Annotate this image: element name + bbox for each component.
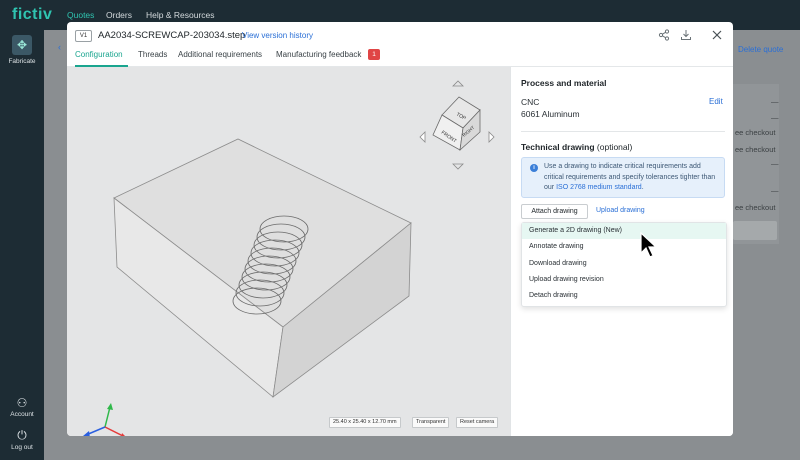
rail-fabricate-button[interactable]: ✥ Fabricate bbox=[5, 35, 39, 69]
rotate-right-icon[interactable] bbox=[488, 131, 495, 143]
account-icon: ⚇ bbox=[16, 396, 28, 410]
info-icon: i bbox=[530, 164, 538, 172]
attach-drawing-button[interactable]: Attach drawing bbox=[521, 204, 588, 219]
3d-viewer[interactable]: TOP FRONT RIGHT 25.40 x 25.40 x 12.70 mm… bbox=[67, 67, 510, 436]
version-badge[interactable]: V1 bbox=[75, 30, 92, 42]
transparent-toggle[interactable]: Transparent bbox=[412, 417, 450, 428]
background-dash: — bbox=[771, 159, 779, 168]
account-button[interactable]: ⚇ Account bbox=[0, 396, 44, 418]
background-dash: — bbox=[771, 97, 779, 106]
material-value: 6061 Aluminum bbox=[521, 109, 580, 119]
menu-item-annotate-drawing[interactable]: Annotate drawing bbox=[522, 239, 726, 255]
dimensions-readout: 25.40 x 25.40 x 12.70 mm bbox=[329, 417, 401, 428]
tab-configuration[interactable]: Configuration bbox=[75, 50, 123, 59]
close-icon[interactable] bbox=[710, 29, 724, 43]
reset-camera-button[interactable]: Reset camera bbox=[456, 417, 499, 428]
upload-drawing-link[interactable]: Upload drawing bbox=[596, 207, 645, 214]
view-version-history-link[interactable]: View version history bbox=[242, 31, 313, 40]
drawing-menu: Generate a 2D drawing (New) Annotate dra… bbox=[521, 222, 727, 307]
background-button bbox=[733, 221, 777, 240]
divider bbox=[521, 131, 725, 132]
background-dash: — bbox=[771, 113, 779, 122]
menu-item-upload-drawing-revision[interactable]: Upload drawing revision bbox=[522, 272, 726, 288]
nav-help-resources[interactable]: Help & Resources bbox=[146, 10, 215, 20]
download-icon[interactable] bbox=[679, 29, 693, 43]
part-modal: V1 AA2034-SCREWCAP-203034.step View vers… bbox=[67, 22, 733, 436]
tab-additional-requirements[interactable]: Additional requirements bbox=[178, 50, 262, 59]
rail-fabricate-label: Fabricate bbox=[8, 58, 36, 65]
rotate-down-icon[interactable] bbox=[452, 163, 464, 170]
process-material-title: Process and material bbox=[521, 78, 607, 88]
feedback-count-badge: 1 bbox=[368, 49, 380, 60]
fictiv-logo[interactable]: fictiv bbox=[12, 6, 52, 24]
edit-process-link[interactable]: Edit bbox=[709, 97, 723, 106]
logout-label: Log out bbox=[11, 444, 33, 451]
left-rail: ✥ Fabricate ⚇ Account ⏻ Log out bbox=[0, 30, 44, 460]
fabricate-icon: ✥ bbox=[12, 35, 32, 55]
rotate-left-icon[interactable] bbox=[419, 131, 426, 143]
file-name: AA2034-SCREWCAP-203034.step bbox=[98, 30, 246, 41]
logout-button[interactable]: ⏻ Log out bbox=[0, 428, 44, 451]
menu-item-generate-2d-drawing[interactable]: Generate a 2D drawing (New) bbox=[522, 223, 726, 239]
background-checkout-text: ee checkout bbox=[735, 203, 776, 212]
logout-icon: ⏻ bbox=[17, 428, 27, 442]
menu-item-detach-drawing[interactable]: Detach drawing bbox=[522, 288, 726, 304]
iso-2768-link[interactable]: ISO 2768 medium standard bbox=[556, 184, 642, 191]
axis-triad bbox=[83, 403, 125, 436]
info-text: Use a drawing to indicate critical requi… bbox=[544, 163, 716, 191]
back-chevron-icon[interactable]: ‹ bbox=[58, 42, 61, 52]
mouse-cursor-icon bbox=[640, 232, 658, 258]
3d-model-canvas[interactable]: TOP FRONT RIGHT bbox=[67, 67, 510, 436]
configuration-panel: Process and material CNC 6061 Aluminum E… bbox=[510, 67, 733, 436]
background-checkout-text: ee checkout bbox=[735, 145, 776, 154]
nav-quotes[interactable]: Quotes bbox=[67, 10, 94, 20]
view-cube[interactable]: TOP FRONT RIGHT bbox=[419, 80, 495, 170]
rotate-up-icon[interactable] bbox=[452, 80, 464, 87]
drawing-info-box: i Use a drawing to indicate critical req… bbox=[521, 157, 725, 198]
nav-orders[interactable]: Orders bbox=[106, 10, 132, 20]
background-checkout-text: ee checkout bbox=[735, 128, 776, 137]
technical-drawing-title: Technical drawing (optional) bbox=[521, 142, 633, 152]
tab-manufacturing-feedback[interactable]: Manufacturing feedback bbox=[276, 50, 361, 59]
modal-header: V1 AA2034-SCREWCAP-203034.step View vers… bbox=[67, 22, 733, 67]
share-icon[interactable] bbox=[657, 29, 671, 43]
account-label: Account bbox=[10, 411, 34, 418]
process-value: CNC bbox=[521, 97, 540, 107]
delete-quote-link[interactable]: Delete quote bbox=[738, 45, 783, 54]
background-dash: — bbox=[771, 186, 779, 195]
tab-threads[interactable]: Threads bbox=[138, 50, 167, 59]
menu-item-download-drawing[interactable]: Download drawing bbox=[522, 256, 726, 272]
